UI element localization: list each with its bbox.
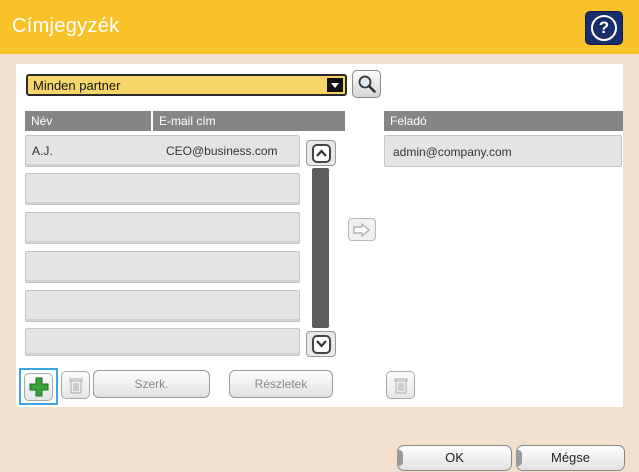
- add-contact-focus: [19, 368, 58, 405]
- delete-contact-button[interactable]: [61, 371, 90, 399]
- edit-button[interactable]: Szerk.: [93, 370, 210, 398]
- details-button[interactable]: Részletek: [229, 370, 333, 398]
- cancel-button[interactable]: Mégse: [516, 445, 625, 471]
- sender-email: admin@company.com: [393, 145, 512, 159]
- add-contact-button[interactable]: [24, 373, 53, 401]
- ok-button[interactable]: OK: [397, 445, 512, 471]
- chevron-up-icon: [311, 143, 331, 163]
- column-header-sender: Feladó: [384, 111, 623, 131]
- search-button[interactable]: [352, 70, 381, 98]
- delete-sender-button[interactable]: [386, 371, 415, 399]
- chevron-down-icon: [327, 78, 343, 92]
- help-button[interactable]: ?: [585, 11, 623, 45]
- trash-icon: [394, 378, 407, 394]
- dropdown-value: Minden partner: [33, 78, 121, 93]
- search-icon: [358, 75, 376, 93]
- scrollbar-track[interactable]: [312, 168, 329, 328]
- sender-row[interactable]: admin@company.com: [384, 135, 622, 167]
- contact-row[interactable]: [25, 328, 300, 356]
- column-header-name[interactable]: Név: [25, 111, 151, 131]
- contact-row[interactable]: [25, 173, 300, 205]
- help-icon: ?: [591, 15, 617, 41]
- scroll-down-button[interactable]: [306, 331, 336, 357]
- arrow-right-icon: [353, 222, 370, 237]
- trash-icon: [69, 378, 82, 394]
- plus-icon: [29, 377, 48, 397]
- move-to-sender-button[interactable]: [348, 218, 376, 241]
- contact-filter-dropdown[interactable]: Minden partner: [26, 74, 347, 96]
- contact-row[interactable]: [25, 290, 300, 322]
- contact-row[interactable]: A.J. CEO@business.com: [25, 135, 300, 167]
- column-header-email[interactable]: E-mail cím: [153, 111, 345, 131]
- contact-row[interactable]: [25, 212, 300, 244]
- page-title: Címjegyzék: [12, 15, 120, 37]
- contact-name: A.J.: [32, 144, 53, 158]
- contact-email: CEO@business.com: [166, 144, 278, 158]
- contact-row[interactable]: [25, 251, 300, 283]
- title-bar: Címjegyzék ?: [0, 0, 639, 54]
- scroll-up-button[interactable]: [306, 140, 336, 166]
- chevron-down-icon: [311, 334, 331, 354]
